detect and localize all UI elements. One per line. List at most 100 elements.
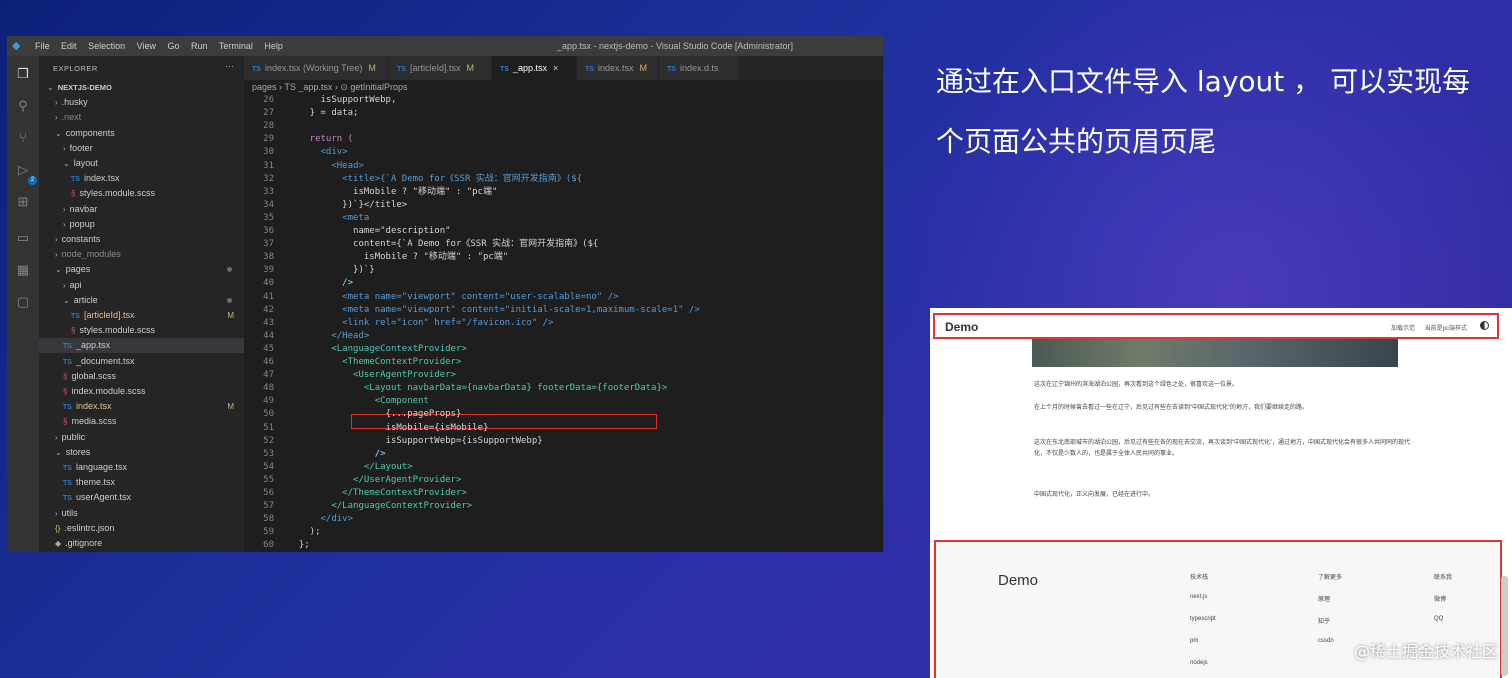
tree-item[interactable]: § media.scss — [39, 414, 244, 429]
tab-index[interactable]: TS index.tsx M — [577, 56, 659, 80]
line-number: 49 — [263, 396, 274, 407]
preview-scrollbar[interactable] — [1501, 576, 1508, 676]
code-line: 37 content={`A Demo for《SSR 实战：官网开发指南》($… — [244, 238, 883, 251]
run-debug-icon[interactable]: ▷ — [15, 162, 31, 178]
tree-item[interactable]: {} .eslintrc.json — [39, 521, 244, 536]
tree-item[interactable]: ⌄ stores — [39, 445, 244, 460]
tree-item[interactable]: › .next — [39, 110, 244, 125]
tree-item[interactable]: › public — [39, 430, 244, 445]
menu-selection[interactable]: Selection — [88, 41, 125, 51]
menu-go[interactable]: Go — [167, 41, 179, 51]
code-line: 53 /> — [244, 448, 883, 461]
breadcrumb[interactable]: pages › TS _app.tsx › ⊙ getInitialProps — [252, 82, 407, 93]
line-number: 40 — [263, 278, 274, 289]
code-line: 59 ); — [244, 526, 883, 539]
tree-item[interactable]: › navbar — [39, 202, 244, 217]
tree-item[interactable]: › utils — [39, 506, 244, 521]
footer-link[interactable]: pm — [1190, 638, 1216, 660]
extensions-icon[interactable]: ⊞ — [15, 194, 31, 210]
code-line: 58 </div> — [244, 513, 883, 526]
explorer-icon[interactable]: ❐ — [15, 66, 31, 82]
website-preview: Demo 加载示范 当前是pc端样式 这次在辽宁锦州的滨海湖泊公园，再次看到这个… — [930, 308, 1512, 678]
source-control-icon[interactable]: ⑂ — [15, 130, 31, 146]
line-number: 30 — [263, 147, 274, 158]
more-actions-icon[interactable]: ··· — [225, 61, 234, 71]
tree-item[interactable]: › .husky — [39, 95, 244, 110]
code-text: </LanguageContextProvider> — [288, 501, 473, 512]
code-text: </ThemeContextProvider> — [288, 488, 467, 498]
tree-item[interactable]: › footer — [39, 141, 244, 156]
footer-link[interactable]: next.js — [1190, 594, 1216, 616]
remote-explorer-icon[interactable]: ▭ — [15, 230, 31, 246]
tree-item[interactable]: TS language.tsx — [39, 460, 244, 475]
footer-link[interactable]: nodejs — [1190, 660, 1216, 678]
footer-link[interactable]: typescript — [1190, 616, 1216, 638]
tab-index-working-tree[interactable]: TS index.tsx (Working Tree) M — [244, 56, 389, 80]
code-text: })`} — [288, 265, 375, 276]
tree-item-label: layout — [73, 158, 98, 168]
tree-item-label: public — [61, 431, 86, 442]
tab-article-id[interactable]: TS [articleId].tsx M — [389, 56, 492, 80]
code-text: <link rel="icon" href="/favicon.ico" /> — [288, 317, 554, 328]
tree-item[interactable]: TS theme.tsx — [39, 475, 244, 490]
search-icon[interactable]: ⚲ — [15, 98, 31, 114]
preview-logo[interactable]: Demo — [945, 320, 978, 334]
tree-item[interactable]: TS [articleId].tsx M — [39, 308, 244, 323]
modified-mark: M — [227, 402, 234, 412]
preview-paragraph: 在上个月的时候曾去看过一些在辽宁，后见过有些在去读到“中国式现代化”的地方，我们… — [1034, 405, 1308, 411]
tab-app[interactable]: TS _app.tsx × — [492, 56, 577, 80]
tree-item[interactable]: § styles.module.scss — [39, 323, 244, 338]
code-text: isSupportWebp, — [288, 95, 397, 105]
code-line: 51 isMobile={isMobile} — [244, 422, 883, 435]
tree-item-label: theme.tsx — [75, 477, 115, 488]
menu-terminal[interactable]: Terminal — [219, 41, 253, 51]
line-number: 54 — [263, 461, 274, 472]
tab-index-d-ts[interactable]: TS index.d.ts — [659, 56, 739, 80]
tree-item[interactable]: TS index.tsx M — [39, 399, 244, 414]
tree-item[interactable]: › constants — [39, 232, 244, 247]
footer-link[interactable]: 知乎 — [1318, 616, 1342, 638]
preview-nav-item[interactable]: 当前是pc端样式 — [1425, 326, 1467, 332]
footer-link[interactable]: QQ — [1434, 616, 1452, 638]
tree-item[interactable]: › node_modules — [39, 247, 244, 262]
line-number: 52 — [263, 435, 274, 446]
tree-item[interactable]: › api — [39, 278, 244, 293]
tree-item[interactable]: § index.module.scss — [39, 384, 244, 399]
grid-icon[interactable]: ▦ — [15, 262, 31, 278]
tree-item[interactable]: › popup — [39, 217, 244, 232]
menu-help[interactable]: Help — [264, 41, 283, 51]
tree-item[interactable]: § styles.module.scss — [39, 186, 244, 201]
tree-item[interactable]: ⌄ layout — [39, 156, 244, 171]
menu-file[interactable]: File — [35, 41, 50, 51]
footer-link[interactable]: 原理 — [1318, 594, 1342, 616]
tree-item[interactable]: ⌄ components — [39, 126, 244, 141]
line-number: 33 — [263, 186, 274, 197]
tree-item[interactable]: TS userAgent.tsx — [39, 490, 244, 505]
tree-item-label: index.tsx — [83, 173, 120, 184]
preview-paragraph: 这次在东北南部城市的湖泊公园，后见过有些在各的现在去交流，再次谈到“中国式现代化… — [1034, 440, 1410, 457]
menu-run[interactable]: Run — [191, 41, 208, 51]
footer-link[interactable]: cssdn — [1318, 638, 1342, 660]
tree-item[interactable]: ⌄ NEXTJS-DEMO — [39, 80, 244, 95]
preview-nav-item[interactable]: 加载示范 — [1391, 326, 1415, 332]
code-editor[interactable]: 26 isSupportWebp, 27 } = data; 28 29 return… — [244, 94, 883, 552]
window-title: _app.tsx - nextjs-demo - Visual Studio C… — [557, 41, 793, 51]
theme-toggle-icon[interactable] — [1480, 321, 1489, 330]
tree-item[interactable]: § global.scss — [39, 369, 244, 384]
menu-edit[interactable]: Edit — [61, 41, 77, 51]
tree-item-label: stores — [65, 446, 91, 457]
tree-item[interactable]: ⌄ pages — [39, 262, 244, 277]
line-number: 48 — [263, 383, 274, 394]
tree-item[interactable]: TS index.tsx — [39, 171, 244, 186]
menu-view[interactable]: View — [137, 41, 156, 51]
tree-item[interactable]: TS _app.tsx — [39, 338, 244, 354]
close-icon[interactable]: × — [553, 63, 558, 73]
tree-item[interactable]: TS _document.tsx — [39, 354, 244, 369]
code-text: } = data; — [288, 108, 359, 119]
line-number: 44 — [263, 330, 274, 341]
tree-item[interactable]: ⌄ article — [39, 293, 244, 308]
code-line: 27 } = data; — [244, 107, 883, 120]
monitor-icon[interactable]: ▢ — [15, 294, 31, 310]
tree-item[interactable]: ◆ .gitignore — [39, 536, 244, 551]
footer-link[interactable]: 微博 — [1434, 594, 1452, 616]
